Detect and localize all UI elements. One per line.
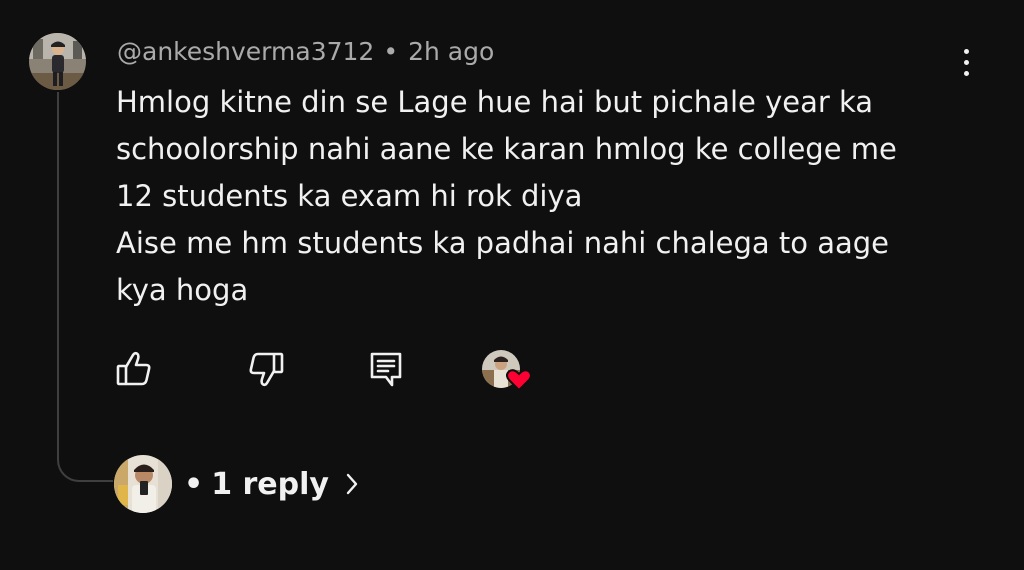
chevron-right-icon	[346, 473, 358, 495]
heart-icon	[506, 369, 532, 392]
replies-count-label[interactable]: • 1 reply	[184, 467, 329, 502]
reply-comment-icon	[370, 352, 402, 387]
comment-line: Aise me hm students ka padhai nahi chale…	[116, 226, 890, 260]
more-options-icon[interactable]	[950, 42, 982, 82]
dislike-button[interactable]	[246, 349, 286, 389]
comment-timestamp[interactable]: 2h ago	[408, 37, 494, 66]
comment-meta: @ankeshverma3712 • 2h ago	[117, 37, 494, 66]
comment-line: 12 students ka exam hi rok diya	[116, 179, 583, 213]
thumbs-up-icon	[116, 351, 151, 386]
author-avatar[interactable]	[29, 33, 86, 90]
comment-line: schoolorship nahi aane ke karan hmlog ke…	[116, 132, 897, 166]
replies-label: 1 reply	[211, 466, 329, 502]
comment-line: kya hoga	[116, 273, 249, 307]
view-replies-button[interactable]: • 1 reply	[114, 454, 359, 514]
replies-bullet: •	[184, 466, 204, 502]
comment-body: Hmlog kitne din se Lage hue hai but pich…	[116, 79, 976, 314]
meta-separator: •	[383, 37, 399, 66]
like-button[interactable]	[114, 349, 154, 389]
reply-thread-line	[57, 92, 113, 482]
author-handle[interactable]: @ankeshverma3712	[117, 37, 374, 66]
creator-heart-badge	[482, 350, 534, 394]
reply-author-avatar	[114, 455, 172, 513]
reply-button[interactable]	[366, 349, 406, 389]
thumbs-down-icon	[249, 352, 284, 387]
comment-line: Hmlog kitne din se Lage hue hai but pich…	[116, 85, 874, 119]
